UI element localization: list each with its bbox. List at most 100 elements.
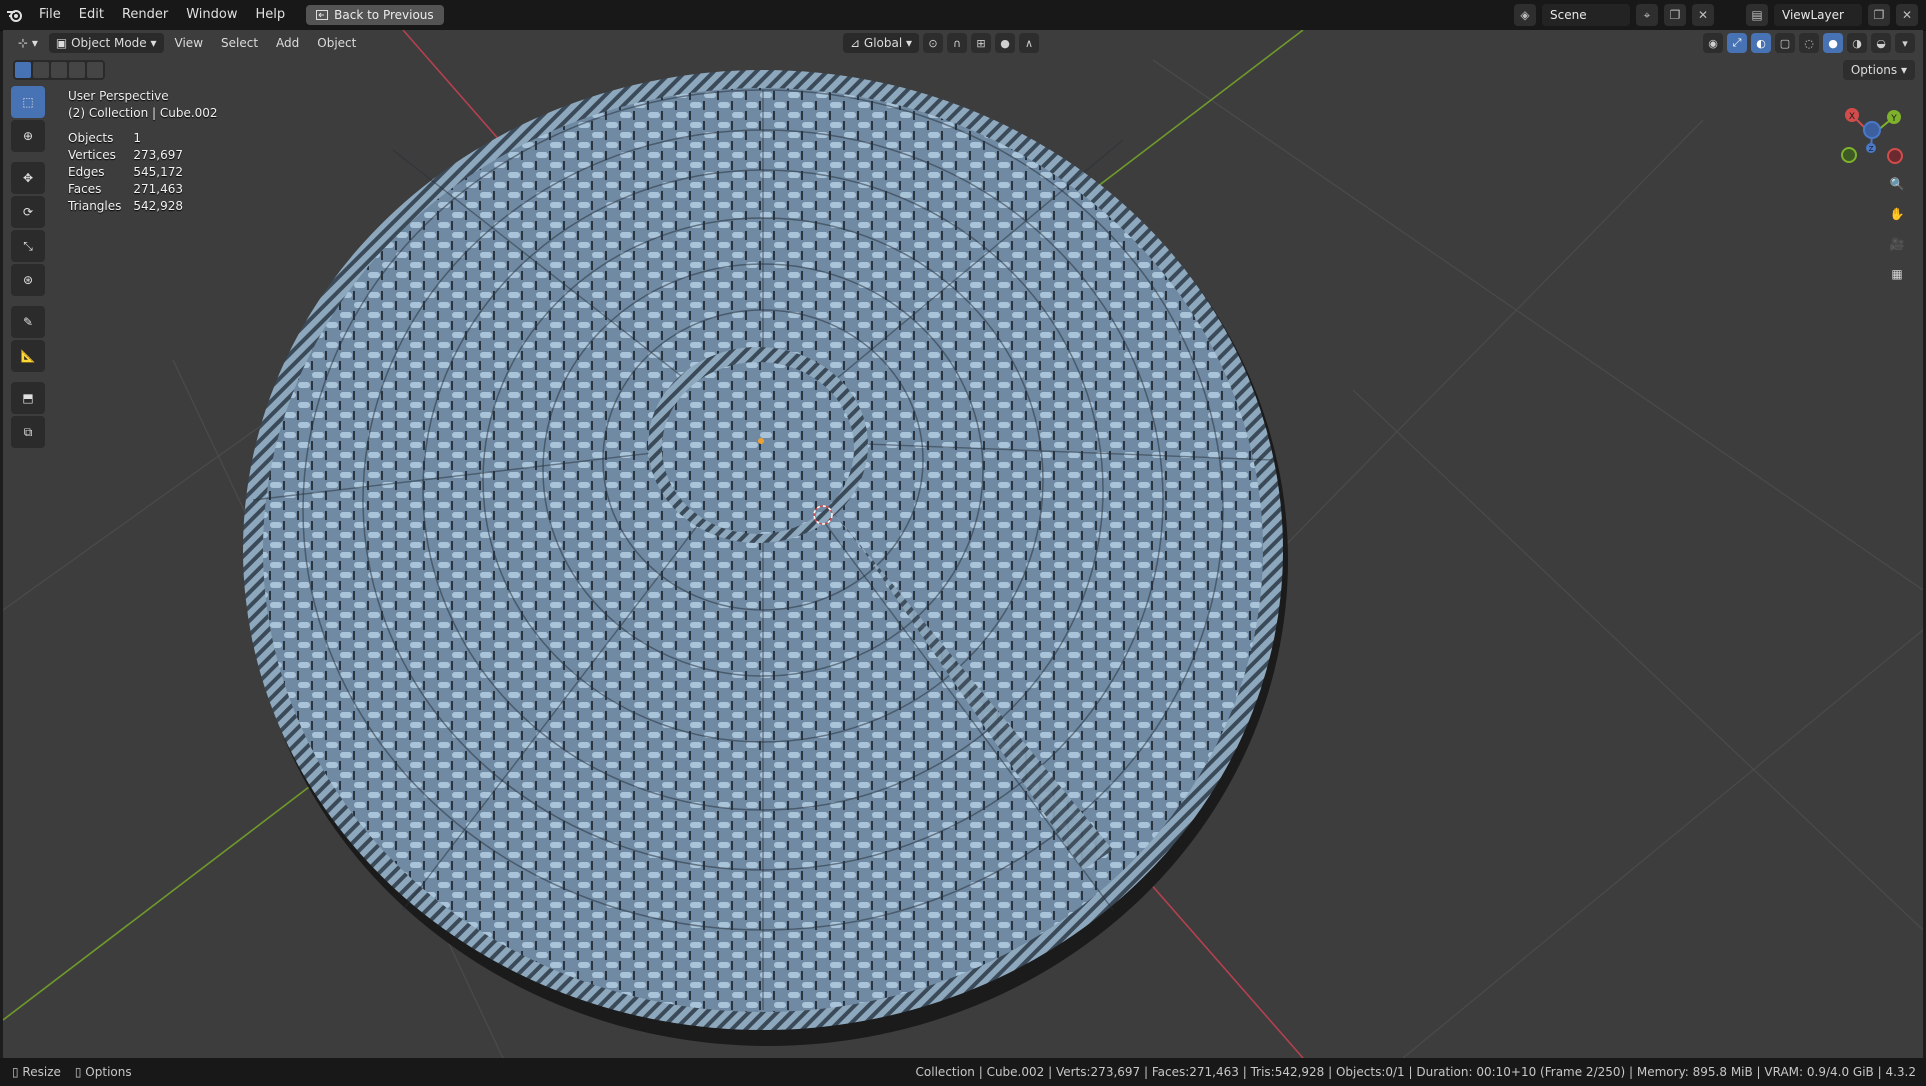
pivot-point-icon[interactable]: ⊙ <box>923 33 944 53</box>
transform-tool-icon[interactable]: ⊛ <box>11 264 45 296</box>
orientation-dropdown[interactable]: ⊿ Global ▾ <box>843 33 920 53</box>
new-scene-icon[interactable]: ❐ <box>1664 4 1686 26</box>
zoom-icon[interactable]: 🔍 <box>1883 170 1911 198</box>
menu-object[interactable]: Object <box>310 33 363 53</box>
resize-hint: ▯ Resize <box>12 1065 61 1079</box>
gizmo-y-label: Y <box>1890 114 1897 124</box>
snap-target-icon[interactable]: ⊞ <box>971 33 992 53</box>
editor-type-button[interactable]: ⊹ ▾ <box>11 33 45 53</box>
wireframe-shading-icon[interactable]: ◌ <box>1799 33 1819 53</box>
stat-label: Vertices <box>68 148 116 162</box>
stat-value: 273,697 <box>133 148 184 162</box>
mode-label: Object Mode <box>71 36 147 50</box>
cursor-tool-icon[interactable]: ⊕ <box>11 120 45 152</box>
view-layer-selector-icon[interactable]: ▤ <box>1746 4 1768 26</box>
viewport-overlay-info: User Perspective (2) Collection | Cube.0… <box>68 88 218 215</box>
top-bar: File Edit Render Window Help Back to Pre… <box>0 0 1926 31</box>
material-shading-icon[interactable]: ◑ <box>1847 33 1867 53</box>
xray-toggle-icon[interactable]: ▢ <box>1775 33 1795 53</box>
pin-icon[interactable]: ⌖ <box>1636 4 1658 26</box>
transform-controls: ⊿ Global ▾ ⊙ ∩ ⊞ ● ∧ <box>843 33 1040 53</box>
stat-value: 545,172 <box>133 165 184 179</box>
gizmo-z-label: Z <box>1869 145 1874 153</box>
navigation-gizmo[interactable]: X Y Z <box>1837 100 1907 170</box>
menu-view[interactable]: View <box>168 33 210 53</box>
scene-selector-icon[interactable]: ◈ <box>1514 4 1536 26</box>
menu-add[interactable]: Add <box>269 33 306 53</box>
extra-tool-icon[interactable]: ⧉ <box>11 416 45 448</box>
annotate-tool-icon[interactable]: ✎ <box>11 306 45 338</box>
view-layer-name: ViewLayer <box>1782 8 1844 22</box>
tool-shelf: ⬚ ⊕ ✥ ⟳ ⤡ ⊛ ✎ 📐 ⬒ ⧉ <box>11 86 45 448</box>
stat-row: Objects 1 <box>68 130 195 147</box>
status-bar: ▯ Resize ▯ Options Collection | Cube.002… <box>0 1058 1926 1086</box>
shading-controls: ◉ ⤢ ◐ ▢ ◌ ● ◑ ◒ ▾ <box>1703 33 1915 53</box>
object-mode-icon: ▣ <box>55 36 68 50</box>
options-hint: ▯ Options <box>74 1065 132 1079</box>
stat-label: Objects <box>68 131 114 145</box>
perspective-toggle-icon[interactable]: ▦ <box>1883 260 1911 288</box>
topbar-right: ◈ Scene ⌖ ❐ ✕ ▤ ViewLayer ❐ ✕ <box>1514 4 1918 26</box>
viewport-scene <box>3 30 1923 1058</box>
collection-label: (2) Collection | Cube.002 <box>68 106 218 120</box>
menu-help[interactable]: Help <box>247 0 295 30</box>
proportional-edit-icon[interactable]: ● <box>995 33 1016 53</box>
shading-options-icon[interactable]: ▾ <box>1895 33 1915 53</box>
measure-tool-icon[interactable]: 📐 <box>11 340 45 372</box>
stat-value: 1 <box>133 131 142 145</box>
stat-value: 542,928 <box>133 199 184 213</box>
orientation-label: Global <box>863 36 903 50</box>
select-box-tool-icon[interactable]: ⬚ <box>11 86 45 118</box>
remove-view-layer-icon[interactable]: ✕ <box>1896 4 1918 26</box>
back-to-previous-label: Back to Previous <box>334 8 434 22</box>
chevron-down-icon: ▾ <box>906 36 913 50</box>
pan-hand-icon[interactable]: ✋ <box>1883 200 1911 228</box>
perspective-label: User Perspective <box>68 89 169 103</box>
stat-row: Vertices 273,697 <box>68 147 195 164</box>
resize-label: Resize <box>22 1065 61 1079</box>
view-layer-field[interactable]: ViewLayer <box>1774 4 1862 26</box>
select-intersect-icon[interactable] <box>87 62 103 78</box>
options-label: Options <box>1850 63 1898 77</box>
back-to-previous-button[interactable]: Back to Previous <box>306 5 444 25</box>
chevron-down-icon: ▾ <box>150 36 157 50</box>
rotate-tool-icon[interactable]: ⟳ <box>11 196 45 228</box>
scene-name: Scene <box>1550 8 1587 22</box>
visibility-icon[interactable]: ◉ <box>1703 33 1723 53</box>
scale-tool-icon[interactable]: ⤡ <box>11 230 45 262</box>
menu-edit[interactable]: Edit <box>70 0 113 30</box>
stat-row: Faces 271,463 <box>68 181 195 198</box>
menu-window[interactable]: Window <box>177 0 246 30</box>
3d-viewport[interactable]: ⊹ ▾ ▣ Object Mode ▾ View Select Add Obje… <box>3 30 1923 1058</box>
menu-file[interactable]: File <box>30 0 70 30</box>
select-extend-icon[interactable] <box>33 62 49 78</box>
mode-dropdown[interactable]: ▣ Object Mode ▾ <box>48 33 164 53</box>
select-set-icon[interactable] <box>15 62 31 78</box>
menu-select[interactable]: Select <box>214 33 265 53</box>
add-cube-tool-icon[interactable]: ⬒ <box>11 382 45 414</box>
options-dropdown[interactable]: Options ▾ <box>1842 60 1915 80</box>
scene-field[interactable]: Scene <box>1542 4 1630 26</box>
camera-view-icon[interactable]: 🎥 <box>1883 230 1911 258</box>
selection-mode-group <box>13 60 105 80</box>
status-hints: ▯ Resize ▯ Options <box>0 1065 132 1079</box>
statistics-table: Objects 1 Vertices 273,697 Edges 545,172 Fa… <box>68 130 195 215</box>
orientation-icon: ⊿ <box>850 36 861 50</box>
select-subtract-icon[interactable] <box>51 62 67 78</box>
blender-logo-icon[interactable] <box>0 0 30 30</box>
stat-row: Edges 545,172 <box>68 164 195 181</box>
rendered-shading-icon[interactable]: ◒ <box>1871 33 1891 53</box>
stat-value: 271,463 <box>133 182 184 196</box>
falloff-icon[interactable]: ∧ <box>1019 33 1040 53</box>
select-invert-icon[interactable] <box>69 62 85 78</box>
solid-shading-icon[interactable]: ● <box>1823 33 1843 53</box>
stat-label: Triangles <box>68 199 122 213</box>
menu-render[interactable]: Render <box>113 0 177 30</box>
remove-scene-icon[interactable]: ✕ <box>1692 4 1714 26</box>
move-tool-icon[interactable]: ✥ <box>11 162 45 194</box>
options-hint-label: Options <box>85 1065 132 1079</box>
snap-icon[interactable]: ∩ <box>947 33 968 53</box>
overlay-toggle-icon[interactable]: ◐ <box>1751 33 1771 53</box>
new-view-layer-icon[interactable]: ❐ <box>1868 4 1890 26</box>
gizmo-toggle-icon[interactable]: ⤢ <box>1727 33 1747 53</box>
